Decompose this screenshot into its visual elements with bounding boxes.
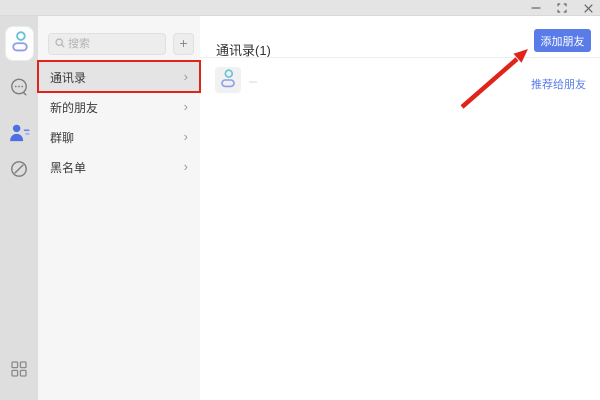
nav-item-label: 群聊 [50, 130, 75, 145]
add-friend-button[interactable]: 添加朋友 [534, 29, 591, 52]
search-input[interactable] [68, 38, 159, 50]
app-window: + 通讯录 › 新的朋友 › 群聊 › 黑名单 › 通讯录(1) 添加朋友 [0, 0, 600, 400]
search-icon [55, 35, 65, 53]
contacts-icon [9, 123, 30, 143]
nav-item-new-friends[interactable]: 新的朋友 › [38, 92, 200, 122]
contacts-panel: + 通讯录 › 新的朋友 › 群聊 › 黑名单 › [38, 16, 200, 400]
nav-item-label: 黑名单 [50, 160, 87, 175]
chevron-right-icon: › [183, 68, 188, 84]
contact-name-placeholder [249, 81, 257, 83]
minimize-button[interactable] [530, 2, 542, 14]
window-controls [530, 0, 594, 16]
nav-item-group-chats[interactable]: 群聊 › [38, 122, 200, 152]
close-icon [583, 3, 593, 13]
left-sidebar [0, 16, 38, 400]
title-bar [0, 0, 600, 16]
apps-grid-icon [11, 361, 27, 377]
sidebar-item-apps[interactable] [9, 359, 29, 379]
sidebar-item-contacts[interactable] [9, 123, 30, 143]
minimize-icon [531, 3, 541, 13]
main-content: 通讯录(1) 添加朋友 推荐给朋友 [200, 16, 600, 400]
contact-avatar [215, 67, 241, 93]
contact-list-item[interactable]: 推荐给朋友 [200, 58, 600, 108]
restore-button[interactable] [556, 2, 568, 14]
contacts-nav-list: 通讯录 › 新的朋友 › 群聊 › 黑名单 › [38, 62, 200, 182]
add-button[interactable]: + [173, 33, 194, 55]
search-row: + [48, 33, 194, 55]
chat-messages-icon [9, 77, 29, 97]
search-box[interactable] [48, 33, 166, 55]
profile-avatar[interactable] [6, 27, 33, 60]
nav-item-label: 通讯录 [50, 70, 87, 85]
close-button[interactable] [582, 2, 594, 14]
nav-item-contacts[interactable]: 通讯录 › [38, 62, 200, 92]
contact-avatar-icon [220, 68, 236, 93]
chevron-right-icon: › [183, 158, 188, 174]
chevron-right-icon: › [183, 128, 188, 144]
recommend-to-friends-link[interactable]: 推荐给朋友 [531, 76, 586, 92]
nav-item-label: 新的朋友 [50, 100, 99, 115]
chevron-right-icon: › [183, 98, 188, 114]
discover-icon [9, 159, 29, 179]
sidebar-item-messages[interactable] [9, 77, 29, 97]
restore-icon [557, 3, 567, 13]
profile-avatar-icon [11, 30, 29, 57]
nav-item-blacklist[interactable]: 黑名单 › [38, 152, 200, 182]
sidebar-item-discover[interactable] [9, 159, 29, 179]
